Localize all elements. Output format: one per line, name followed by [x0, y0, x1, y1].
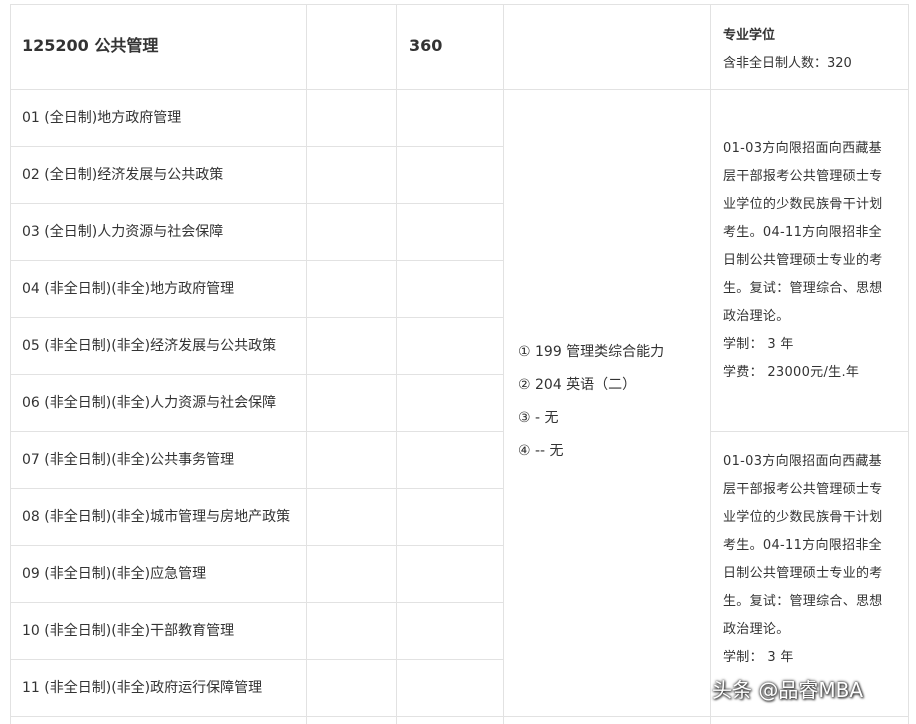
remarks-line: 政治理论。: [723, 622, 790, 637]
direction-item: 05 (非全日制)(非全)经济发展与公共政策: [22, 338, 277, 354]
program-code-name: 125200 公共管理: [22, 36, 159, 55]
exam-subjects: ① 199 管理类综合能力 ② 204 英语（二） ③ - 无 ④ -- 无: [518, 336, 664, 468]
remarks-line: 学制： 3 年: [723, 337, 794, 352]
exam-subject: ① 199 管理类综合能力: [518, 344, 665, 360]
row-divider: [10, 716, 908, 717]
remarks-line: 政治理论。: [723, 309, 790, 324]
direction-item: 09 (非全日制)(非全)应急管理: [22, 566, 207, 582]
remarks-line: 学费： 23000元/生.年: [723, 365, 860, 380]
remarks-line: 考生。04-11方向限招非全: [723, 225, 882, 240]
row-divider: [10, 488, 503, 489]
col-divider: [306, 4, 307, 724]
remarks-line: 层干部报考公共管理硕士专: [723, 482, 883, 497]
direction-item: 03 (全日制)人力资源与社会保障: [22, 224, 224, 240]
remarks-line: 日制公共管理硕士专业的考: [723, 566, 883, 581]
direction-item: 06 (非全日制)(非全)人力资源与社会保障: [22, 395, 277, 411]
remarks-line: 日制公共管理硕士专业的考: [723, 253, 883, 268]
direction-item: 02 (全日制)经济发展与公共政策: [22, 167, 224, 183]
remarks-line: 学制： 3 年: [723, 650, 794, 665]
row-divider: [10, 203, 503, 204]
col-divider: [10, 4, 11, 724]
col-divider: [503, 4, 504, 724]
direction-item: 11 (非全日制)(非全)政府运行保障管理: [22, 680, 263, 696]
remarks-line: 生。复试：管理综合、思想: [723, 281, 883, 296]
table-border-top: [10, 4, 908, 5]
part-time-count: 含非全日制人数：320: [723, 56, 852, 71]
remarks-line: 01-03方向限招面向西藏基: [723, 141, 882, 156]
watermark: 头条 @品睿MBA: [712, 678, 864, 702]
remarks-block: 01-03方向限招面向西藏基 层干部报考公共管理硕士专 业学位的少数民族骨干计划…: [723, 135, 899, 387]
row-divider: [710, 431, 908, 432]
row-divider: [10, 260, 503, 261]
row-divider: [10, 545, 503, 546]
exam-subject: ③ - 无: [518, 410, 559, 426]
remarks-line: 业学位的少数民族骨干计划: [723, 197, 883, 212]
remarks-block: 01-03方向限招面向西藏基 层干部报考公共管理硕士专 业学位的少数民族骨干计划…: [723, 448, 899, 672]
exam-subject: ④ -- 无: [518, 443, 564, 459]
row-divider: [10, 602, 503, 603]
row-divider: [10, 374, 503, 375]
exam-subject: ② 204 英语（二）: [518, 377, 637, 393]
col-divider: [710, 4, 711, 724]
direction-item: 04 (非全日制)(非全)地方政府管理: [22, 281, 235, 297]
remarks-line: 生。复试：管理综合、思想: [723, 594, 883, 609]
degree-type: 专业学位: [723, 28, 776, 43]
direction-item: 10 (非全日制)(非全)干部教育管理: [22, 623, 235, 639]
row-divider: [10, 89, 908, 90]
enrollment-count: 360: [409, 36, 443, 55]
remarks-line: 01-03方向限招面向西藏基: [723, 454, 882, 469]
col-divider: [396, 4, 397, 724]
remarks-line: 业学位的少数民族骨干计划: [723, 510, 883, 525]
col-divider: [908, 4, 909, 724]
row-divider: [10, 317, 503, 318]
row-divider: [10, 659, 503, 660]
direction-item: 01 (全日制)地方政府管理: [22, 110, 182, 126]
direction-item: 08 (非全日制)(非全)城市管理与房地产政策: [22, 509, 291, 525]
row-divider: [10, 431, 503, 432]
direction-item: 07 (非全日制)(非全)公共事务管理: [22, 452, 235, 468]
degree-info: 专业学位 含非全日制人数：320: [723, 22, 852, 78]
remarks-line: 层干部报考公共管理硕士专: [723, 169, 883, 184]
remarks-line: 考生。04-11方向限招非全: [723, 538, 882, 553]
row-divider: [10, 146, 503, 147]
